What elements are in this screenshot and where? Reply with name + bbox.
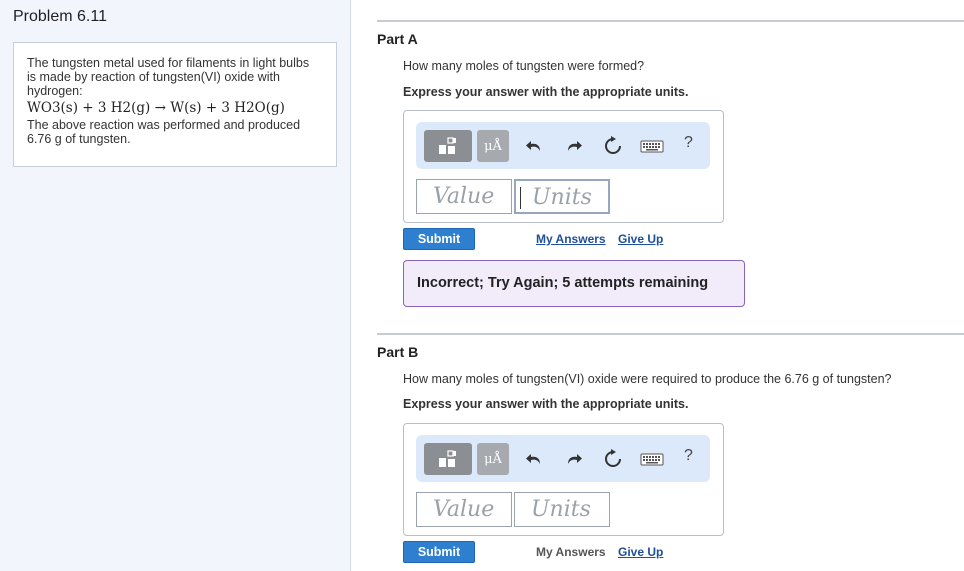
problem-outro-line: The above reaction was performed and pro…	[27, 118, 301, 132]
part-a-title: Part A	[377, 31, 418, 47]
part-b-divider	[377, 333, 964, 335]
part-a-instruction: Express your answer with the appropriate…	[403, 85, 689, 99]
part-a-answer-box: μÅ ? Value Units	[403, 110, 724, 223]
incorrect-feedback: Incorrect; Try Again; 5 attempts remaini…	[403, 260, 745, 307]
part-a-my-answers-link[interactable]: My Answers	[536, 232, 606, 246]
parts-panel: Part A How many moles of tungsten were f…	[351, 0, 964, 571]
value-input[interactable]: Value	[416, 179, 512, 214]
template-button[interactable]	[424, 443, 472, 475]
math-toolbar: μÅ ?	[416, 435, 710, 482]
reset-icon[interactable]	[602, 448, 624, 470]
part-b-title: Part B	[377, 344, 419, 360]
part-b-answer-box: μÅ ? Value Units	[403, 423, 724, 536]
units-input[interactable]: Units	[514, 492, 610, 527]
units-placeholder: Units	[532, 185, 592, 210]
units-button[interactable]: μÅ	[477, 130, 509, 162]
units-button[interactable]: μÅ	[477, 443, 509, 475]
undo-icon[interactable]	[524, 135, 546, 157]
redo-icon[interactable]	[562, 448, 584, 470]
help-button[interactable]: ?	[684, 447, 693, 465]
redo-icon[interactable]	[562, 135, 584, 157]
part-b-give-up-link[interactable]: Give Up	[618, 545, 663, 559]
template-icon	[439, 137, 456, 154]
units-input[interactable]: Units	[514, 179, 610, 214]
help-button[interactable]: ?	[684, 134, 693, 152]
part-b-question: How many moles of tungsten(VI) oxide wer…	[403, 372, 892, 386]
problem-intro-line: The tungsten metal used for filaments in…	[27, 56, 310, 70]
part-b-my-answers-link[interactable]: My Answers	[536, 545, 606, 559]
template-icon	[439, 450, 456, 467]
part-b-instruction: Express your answer with the appropriate…	[403, 397, 689, 411]
part-a-give-up-link[interactable]: Give Up	[618, 232, 663, 246]
math-toolbar: μÅ ?	[416, 122, 710, 169]
problem-intro-line: hydrogen:	[27, 84, 83, 98]
part-a-divider	[377, 20, 964, 22]
problem-panel: Problem 6.11 The tungsten metal used for…	[0, 0, 351, 571]
text-cursor	[520, 187, 521, 209]
reaction-equation: WO3(s) + 3 H2(g) → W(s) + 3 H2O(g)	[27, 98, 324, 118]
problem-statement: The tungsten metal used for filaments in…	[13, 42, 337, 167]
template-button[interactable]	[424, 130, 472, 162]
part-a-submit-button[interactable]: Submit	[403, 228, 475, 250]
undo-icon[interactable]	[524, 448, 546, 470]
part-a-question: How many moles of tungsten were formed?	[403, 59, 645, 73]
reset-icon[interactable]	[602, 135, 624, 157]
value-input[interactable]: Value	[416, 492, 512, 527]
keyboard-icon[interactable]	[640, 135, 664, 157]
problem-outro-line: 6.76 g of tungsten.	[27, 132, 131, 146]
problem-title: Problem 6.11	[13, 8, 107, 25]
part-b-submit-button[interactable]: Submit	[403, 541, 475, 563]
keyboard-icon[interactable]	[640, 448, 664, 470]
equation-text: WO3(s) + 3 H2(g) → W(s) + 3 H2O(g)	[27, 100, 285, 116]
problem-intro-line: is made by reaction of tungsten(VI) oxid…	[27, 70, 280, 84]
